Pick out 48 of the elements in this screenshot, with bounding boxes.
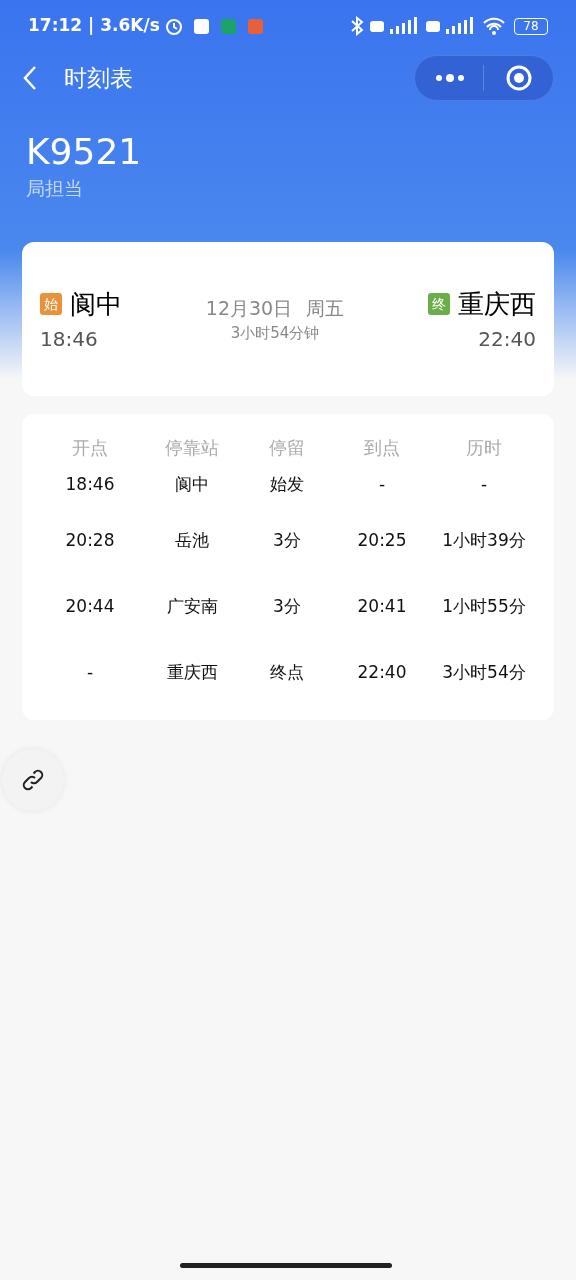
link-icon <box>21 768 45 792</box>
table-cell-text: 始发 <box>269 473 305 497</box>
bluetooth-icon <box>350 16 364 36</box>
battery-icon: 78 <box>514 17 548 35</box>
station-name: 阆中 <box>70 287 122 321</box>
column-header: 停留 <box>268 435 306 460</box>
signal-icon <box>426 16 476 36</box>
table-cell-text: 18:46 <box>64 473 116 497</box>
station-tag: 终 <box>428 293 450 315</box>
table-cell-text: - <box>377 473 387 497</box>
weekday: 周五 <box>306 295 345 321</box>
column-header: 到点 <box>363 435 401 460</box>
column-header: 开点 <box>71 435 109 460</box>
table-cell-text: 3小时54分 <box>441 661 527 685</box>
station-name: 重庆西 <box>458 287 536 321</box>
table-cell-text: 1小时39分 <box>441 529 527 553</box>
page-title: 时刻表 <box>64 63 133 93</box>
more-icon[interactable] <box>435 73 465 83</box>
table-cell-text: 20:28 <box>64 529 116 553</box>
table-cell-text: 3分 <box>272 595 302 619</box>
table-cell-text: 阆中 <box>174 473 210 497</box>
arrival-time: 22:40 <box>478 325 536 353</box>
table-cell-text: 22:40 <box>356 661 408 685</box>
table-cell-text: 终点 <box>269 661 305 685</box>
table-cell-text: 20:41 <box>356 595 408 619</box>
table-cell-text: 广安南 <box>165 595 219 619</box>
table-cell-text: 20:25 <box>356 529 408 553</box>
status-time: 17:12 | 3.6K/s <box>28 14 160 38</box>
wifi-icon <box>482 16 506 36</box>
signal-icon <box>370 16 420 36</box>
departure-time: 18:46 <box>40 325 99 353</box>
table-cell-text: - <box>479 473 489 497</box>
table-cell-text: 3分 <box>272 529 302 553</box>
table-cell-text: 20:44 <box>64 595 116 619</box>
app-icon <box>247 18 263 34</box>
app-icon <box>193 18 209 34</box>
travel-duration: 3小时54分钟 <box>230 323 320 344</box>
table-cell-text: 1小时55分 <box>441 595 527 619</box>
table-cell-text: 岳池 <box>174 529 210 553</box>
alarm-icon <box>163 16 184 36</box>
train-subtitle: 局担当 <box>26 176 84 201</box>
train-number: K9521 <box>26 130 143 174</box>
table-cell-text: 重庆西 <box>165 661 219 685</box>
column-header: 停靠站 <box>164 435 220 460</box>
table-cell-text: - <box>85 661 95 685</box>
station-tag: 始 <box>40 293 62 315</box>
column-header: 历时 <box>465 435 503 460</box>
travel-date: 12月30日 <box>205 295 293 321</box>
